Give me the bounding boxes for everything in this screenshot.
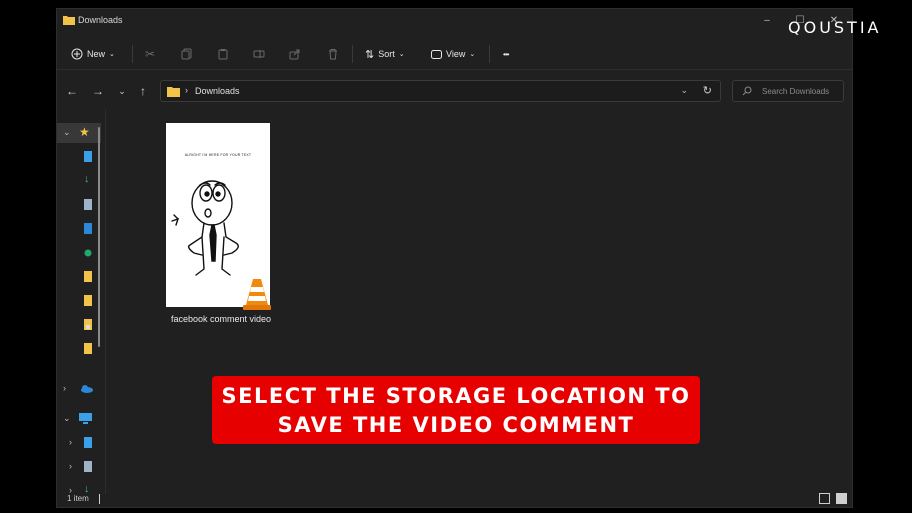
new-button[interactable]: New ⌄ — [71, 45, 115, 63]
pane-divider — [105, 109, 106, 494]
cartoon-character-drawing — [171, 180, 239, 276]
sidebar-item-folder[interactable] — [57, 339, 101, 359]
sidebar-item-desktop[interactable] — [57, 147, 101, 167]
pictures-icon — [84, 223, 92, 234]
sidebar-item-documents[interactable]: › — [57, 457, 101, 477]
desktop-folder-icon — [84, 151, 92, 162]
back-arrow-icon[interactable]: ← — [64, 83, 80, 99]
navigation-bar: ← → ⌄ ↑ › Downloads ⌄ ↻ Search Downloads — [57, 77, 852, 107]
file-name: facebook comment video — [170, 314, 272, 324]
breadcrumb-downloads[interactable]: Downloads — [195, 86, 240, 96]
folder-icon — [84, 319, 92, 330]
address-bar[interactable]: › Downloads ⌄ ↻ — [160, 80, 721, 102]
view-button[interactable]: View ⌄ — [431, 45, 475, 63]
folder-icon — [167, 87, 180, 97]
minimize-button[interactable]: – — [752, 11, 782, 31]
new-label: New — [87, 49, 106, 59]
large-icons-view-icon[interactable] — [836, 493, 847, 504]
sidebar-item-documents[interactable] — [57, 195, 101, 215]
folder-icon — [84, 271, 92, 282]
cut-button[interactable]: ✂ — [145, 45, 155, 63]
recent-locations-chevron-icon[interactable]: ⌄ — [114, 83, 130, 99]
sidebar-item-folder[interactable] — [57, 315, 101, 335]
cloud-icon — [81, 385, 93, 393]
sidebar-item-downloads[interactable]: ↓ — [57, 171, 101, 191]
sidebar-item-music[interactable] — [57, 243, 101, 263]
sidebar-item-desktop[interactable]: › — [57, 433, 101, 453]
trash-icon — [329, 49, 337, 60]
star-icon: ★ — [79, 125, 90, 139]
search-box[interactable]: Search Downloads — [732, 80, 844, 102]
rename-icon — [253, 50, 265, 58]
command-bar: New ⌄ ✂ ⇅ Sort ⌄ View ⌄ ••• — [57, 39, 852, 70]
chevron-down-icon[interactable]: ⌄ — [63, 413, 71, 424]
window-title: Downloads — [78, 15, 123, 25]
sort-icon: ⇅ — [365, 48, 375, 61]
music-icon — [84, 249, 92, 257]
toolbar-divider — [132, 45, 133, 63]
delete-button[interactable] — [327, 45, 339, 63]
status-bar: 1 item — [57, 493, 852, 509]
brand-watermark: QOUSTIA — [788, 18, 882, 37]
document-icon — [84, 199, 92, 210]
thumbnail-caption: ALRIGHT I'M HERE FOR YOUR TEXT — [184, 153, 252, 157]
item-count: 1 item — [67, 494, 89, 503]
more-icon: ••• — [503, 49, 509, 59]
toolbar-divider — [489, 45, 490, 63]
banner-line-1: SELECT THE STORAGE LOCATION TO — [221, 384, 691, 408]
more-options-button[interactable]: ••• — [503, 45, 509, 63]
plus-circle-icon — [71, 48, 83, 60]
folder-icon — [84, 295, 92, 306]
search-icon — [742, 86, 752, 96]
chevron-right-icon[interactable]: › — [69, 437, 72, 447]
sidebar-item-pictures[interactable] — [57, 219, 101, 239]
sidebar-item-quick-access[interactable]: ⌄ ★ — [57, 123, 101, 143]
copy-icon — [181, 48, 192, 60]
status-divider — [99, 494, 100, 504]
instruction-banner: SELECT THE STORAGE LOCATION TO SAVE THE … — [212, 376, 700, 444]
folder-icon — [84, 343, 92, 354]
view-label: View — [446, 49, 466, 59]
vlc-cone-icon — [243, 279, 271, 310]
banner-line-2: SAVE THE VIDEO COMMENT — [277, 413, 635, 437]
download-arrow-icon: ↓ — [84, 173, 90, 185]
scissors-icon: ✂ — [145, 47, 156, 61]
search-placeholder: Search Downloads — [762, 87, 830, 96]
chevron-down-icon: ⌄ — [398, 51, 405, 58]
rename-button[interactable] — [253, 45, 265, 63]
view-icon — [431, 49, 442, 59]
breadcrumb-separator: › — [185, 85, 188, 95]
sidebar-item-onedrive[interactable]: › — [57, 379, 101, 399]
toolbar-divider — [352, 45, 353, 63]
sort-label: Sort — [378, 49, 395, 59]
title-bar: Downloads – ☐ ✕ — [57, 9, 852, 35]
document-icon — [84, 461, 92, 472]
chevron-right-icon[interactable]: › — [69, 461, 72, 471]
sidebar-item-folder[interactable] — [57, 267, 101, 287]
chevron-down-icon: ⌄ — [469, 51, 476, 58]
up-arrow-icon[interactable]: ↑ — [135, 83, 151, 99]
folder-icon — [63, 16, 75, 25]
copy-button[interactable] — [181, 45, 193, 63]
chevron-right-icon[interactable]: › — [63, 383, 66, 393]
sidebar-item-folder[interactable] — [57, 291, 101, 311]
navigation-pane-scrollbar[interactable] — [98, 127, 100, 347]
refresh-icon[interactable]: ↻ — [703, 84, 712, 97]
chevron-down-icon[interactable]: ⌄ — [63, 127, 71, 138]
paste-button[interactable] — [217, 45, 229, 63]
sidebar-item-this-pc[interactable]: ⌄ — [57, 409, 101, 429]
computer-icon — [79, 413, 92, 424]
sort-button[interactable]: ⇅ Sort ⌄ — [365, 45, 405, 63]
paste-icon — [218, 49, 228, 60]
share-button[interactable] — [289, 45, 301, 63]
desktop-folder-icon — [84, 437, 92, 448]
chevron-down-icon[interactable]: ⌄ — [680, 85, 688, 96]
share-icon — [289, 49, 300, 60]
chevron-down-icon: ⌄ — [109, 51, 115, 58]
details-view-icon[interactable] — [819, 493, 830, 504]
forward-arrow-icon[interactable]: → — [90, 83, 106, 99]
